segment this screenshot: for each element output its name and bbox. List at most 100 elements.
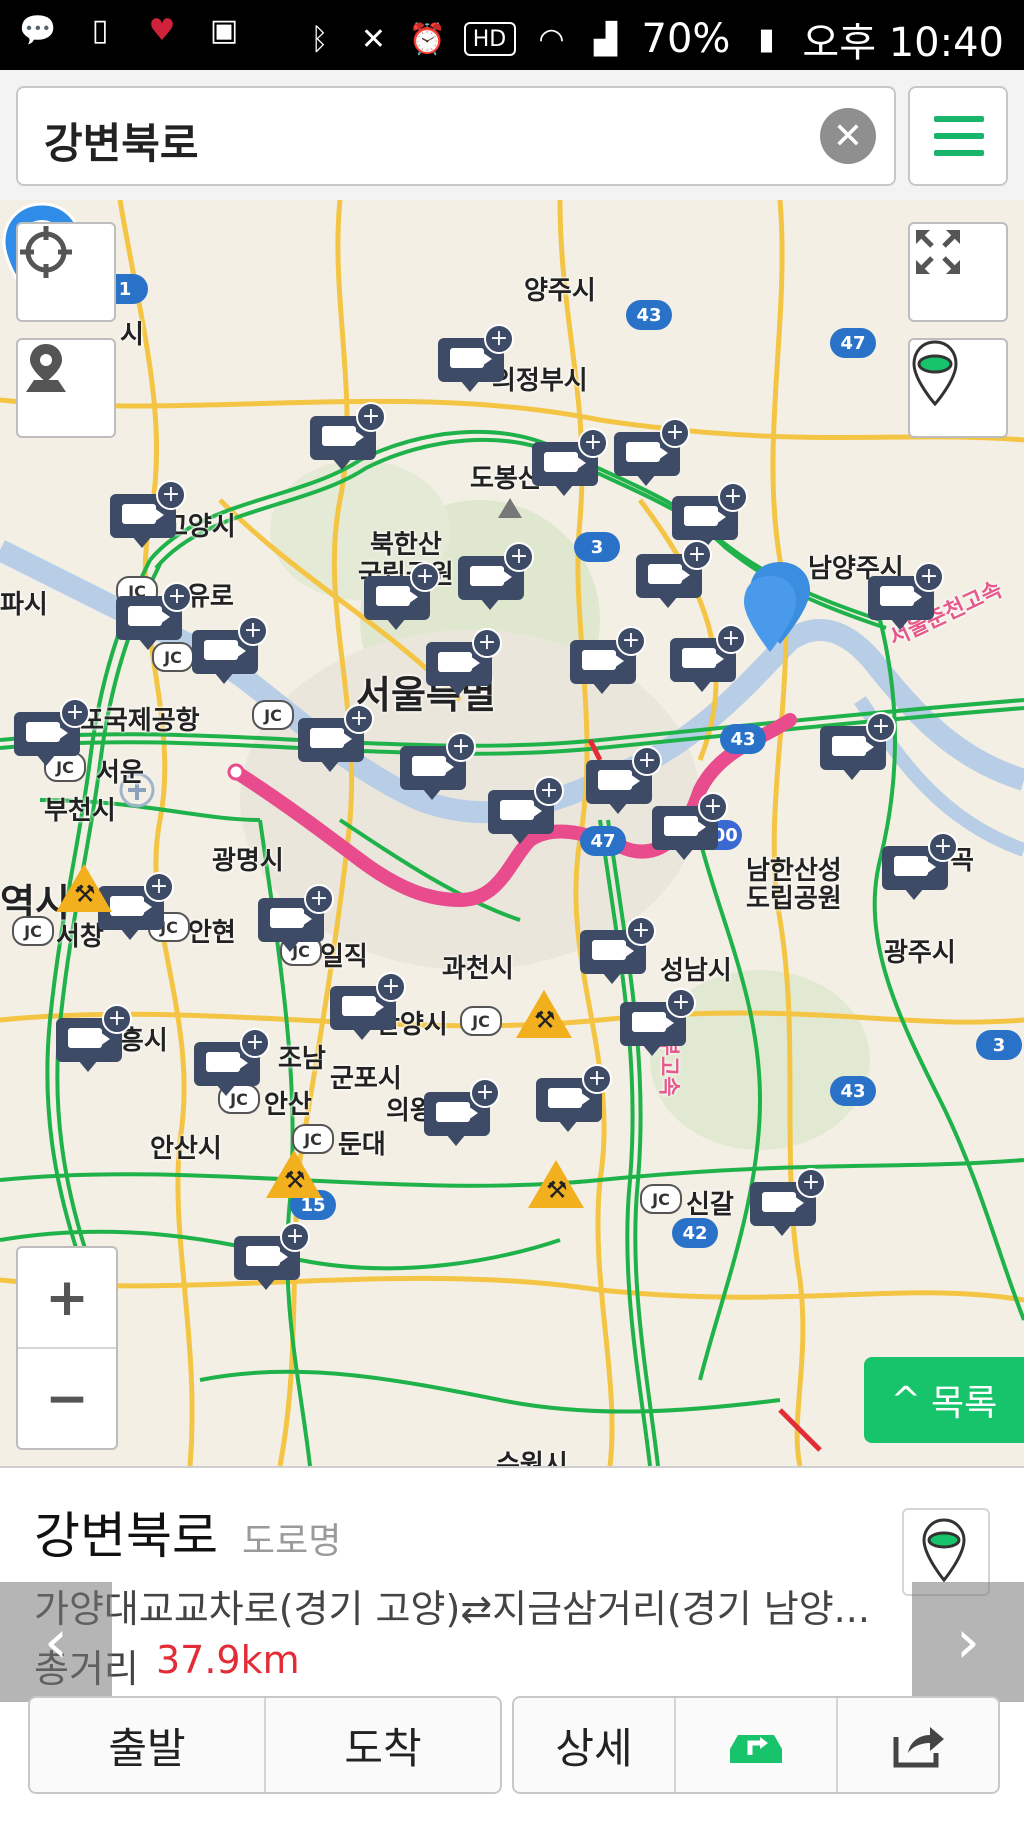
place-label: 광명시	[212, 846, 284, 876]
cctv-marker[interactable]: +	[258, 884, 334, 952]
place-label: 수원시	[496, 1450, 568, 1466]
cctv-marker[interactable]: +	[364, 562, 440, 630]
battery-percent: 70%	[641, 16, 731, 62]
place-label: 신갈	[686, 1190, 734, 1220]
cctv-marker[interactable]: +	[614, 418, 690, 486]
cctv-marker[interactable]: +	[636, 540, 712, 608]
fullscreen-button[interactable]	[908, 222, 1008, 322]
road-type: 도로명	[242, 1521, 342, 1562]
location-pin-cluster[interactable]	[740, 556, 820, 656]
junction-badge: JC	[252, 700, 294, 730]
cctv-marker[interactable]: +	[670, 624, 746, 692]
construction-icon[interactable]: ⚒	[516, 990, 572, 1040]
cctv-marker[interactable]: +	[570, 626, 646, 694]
cctv-marker[interactable]: +	[672, 482, 748, 550]
cctv-marker[interactable]: +	[488, 776, 564, 844]
place-label: 의정부시	[492, 366, 588, 396]
crosshair-icon	[20, 226, 72, 278]
junction-badge: JC	[12, 916, 54, 946]
search-input[interactable]: 강변북로 ✕	[16, 86, 896, 186]
search-input-value: 강변북로	[44, 119, 199, 168]
cctv-marker[interactable]: +	[438, 324, 514, 392]
cctv-marker[interactable]: +	[426, 628, 502, 696]
route-shield: 42	[672, 1218, 718, 1248]
cctv-marker[interactable]: +	[586, 746, 662, 814]
place-label: 안현	[188, 918, 236, 948]
cctv-marker[interactable]: +	[110, 480, 186, 548]
place-label: 파시	[0, 590, 48, 620]
arrive-button[interactable]: 도착	[266, 1698, 500, 1792]
cctv-marker[interactable]: +	[192, 616, 268, 684]
cctv-marker[interactable]: +	[56, 1004, 132, 1072]
junction-badge: JC	[460, 1006, 502, 1036]
map-view[interactable]: 양주시 의정부시 도봉산 고양시 북한산 국립공원 남양주시 서울특별 포국제공…	[0, 200, 1024, 1466]
menu-button[interactable]	[908, 86, 1008, 186]
current-location-button[interactable]	[16, 222, 116, 322]
clear-search-button[interactable]: ✕	[820, 108, 876, 164]
cctv-marker[interactable]: +	[424, 1078, 500, 1146]
start-button[interactable]: 출발	[30, 1698, 266, 1792]
detail-button[interactable]: 상세	[514, 1698, 676, 1792]
zoom-controls: + −	[16, 1246, 118, 1450]
cctv-marker[interactable]: +	[536, 1064, 612, 1132]
cctv-marker[interactable]: +	[14, 698, 90, 766]
list-button[interactable]: ^ 목록	[864, 1357, 1024, 1443]
cctv-marker[interactable]: +	[234, 1222, 310, 1290]
directions-button[interactable]	[676, 1698, 838, 1792]
next-arrow-button[interactable]: ›	[912, 1582, 1024, 1702]
search-header: 강변북로 ✕	[0, 70, 1024, 202]
cctv-marker[interactable]: +	[116, 582, 192, 650]
zoom-out-button[interactable]: −	[18, 1349, 116, 1448]
route-shield: 43	[626, 300, 672, 330]
person-pin-icon	[26, 344, 66, 392]
zoom-in-button[interactable]: +	[18, 1248, 116, 1349]
route-shield: 3	[574, 532, 620, 562]
chevron-up-icon: ^	[890, 1379, 921, 1421]
cctv-marker[interactable]: +	[882, 832, 958, 900]
share-icon	[893, 1727, 944, 1768]
prev-arrow-button[interactable]: ‹	[0, 1582, 112, 1702]
cctv-marker[interactable]: +	[330, 972, 406, 1040]
cctv-marker[interactable]: +	[400, 732, 476, 800]
cctv-marker[interactable]: +	[580, 916, 656, 984]
chat-icon: 💬	[19, 12, 57, 48]
clock: 오후 10:40	[802, 20, 1004, 66]
traffic-toggle-button[interactable]	[908, 338, 1008, 438]
cctv-marker[interactable]: +	[310, 402, 386, 470]
car-route-icon	[730, 1735, 782, 1763]
my-place-button[interactable]	[16, 338, 116, 438]
cctv-marker[interactable]: +	[298, 704, 374, 772]
cctv-marker[interactable]: +	[620, 988, 696, 1056]
place-label: 조남	[278, 1044, 326, 1074]
cctv-marker[interactable]: +	[652, 792, 728, 860]
cctv-marker[interactable]: +	[458, 542, 534, 610]
place-label: 도봉산	[470, 464, 542, 494]
place-label: 안산시	[150, 1134, 222, 1164]
list-button-label: 목록	[930, 1383, 998, 1424]
place-label: 서운	[96, 758, 144, 788]
share-button[interactable]	[838, 1698, 998, 1792]
construction-icon[interactable]: ⚒	[528, 1160, 584, 1210]
place-label: 도립공원	[746, 884, 842, 914]
alarm-icon: ⏰	[408, 21, 447, 57]
place-label: 유로	[186, 582, 234, 612]
bluetooth-icon: ᛒ	[310, 21, 329, 57]
road-info-panel: 강변북로 도로명 가양대교교차로(경기 고양)⇄지금삼거리(경기 남양... 총…	[0, 1466, 1024, 1822]
construction-icon[interactable]: ⚒	[56, 864, 112, 914]
cctv-marker[interactable]: +	[532, 428, 608, 496]
wifi-icon: ◠	[538, 21, 565, 57]
gallery-icon: ▣	[209, 12, 239, 48]
route-shield: 43	[830, 1076, 876, 1106]
place-label: 시	[120, 320, 144, 350]
place-label: 포국제공항	[80, 706, 200, 736]
mute-icon: ✕	[360, 21, 387, 57]
phone-icon: ▯	[91, 12, 109, 48]
cctv-marker[interactable]: +	[194, 1028, 270, 1096]
junction-badge: JC	[152, 642, 194, 672]
cctv-marker[interactable]: +	[868, 562, 944, 630]
route-shield: 47	[830, 328, 876, 358]
construction-icon[interactable]: ⚒	[266, 1150, 322, 1200]
cctv-marker[interactable]: +	[820, 712, 896, 780]
cctv-marker[interactable]: +	[750, 1168, 826, 1236]
action-group: 상세	[512, 1696, 1000, 1794]
